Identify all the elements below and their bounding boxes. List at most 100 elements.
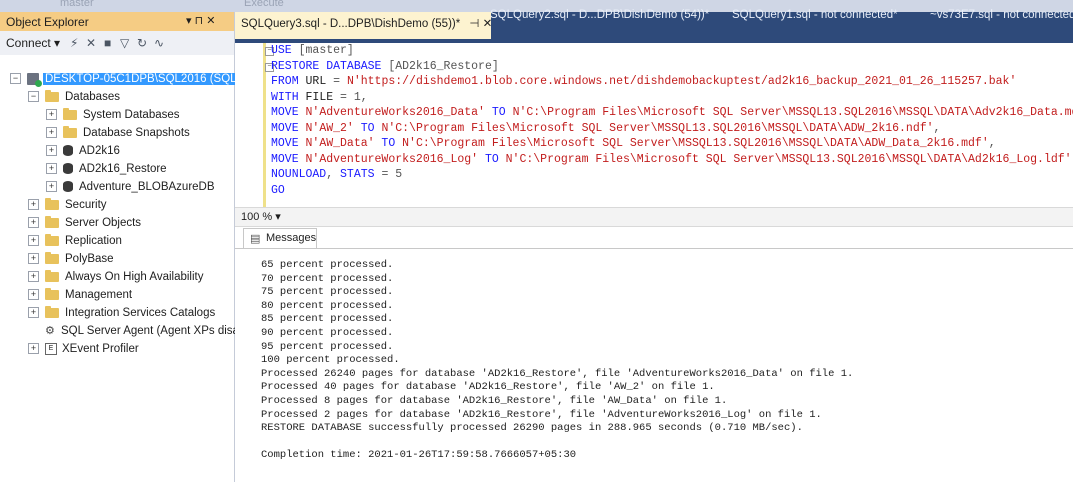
chevron-down-icon[interactable]: ▾	[275, 211, 281, 223]
folder-icon	[45, 215, 59, 228]
tree-item[interactable]: + Adventure_BLOBAzureDB	[46, 178, 215, 196]
tree-item-label: Integration Services Catalogs	[65, 307, 216, 319]
activity-icon[interactable]: ∿	[154, 36, 164, 50]
server-label: DESKTOP-05C1DPB\SQL2016 (SQL Serv	[43, 73, 265, 85]
code-token: TO	[478, 152, 506, 166]
code-token: ,	[988, 137, 996, 150]
tree-item[interactable]: + Security	[28, 196, 107, 214]
code-token: N'https://dishdemo1.blob.core.windows.ne…	[346, 75, 1017, 88]
code-token: N'C:\Program Files\Microsoft SQL Server\…	[381, 121, 934, 135]
code-token: N'AW_2'	[305, 121, 354, 135]
message-line: 100 percent processed.	[261, 354, 400, 367]
code-token: N'C:\Program Files\Microsoft SQL Server\…	[512, 106, 1073, 119]
collapse-icon[interactable]: −	[28, 91, 39, 103]
tree-item[interactable]: + AD2k16	[46, 142, 120, 160]
code-line: MOVE N'AW_2' TO N'C:\Program Files\Micro…	[271, 122, 940, 136]
tree-item[interactable]: + AD2k16_Restore	[46, 160, 167, 178]
folder-icon	[63, 125, 77, 138]
expand-icon[interactable]: +	[46, 145, 57, 157]
tree-item[interactable]: + Management	[28, 286, 132, 304]
expand-icon[interactable]: +	[28, 217, 39, 229]
server-icon	[27, 72, 42, 87]
code-token: MOVE	[271, 106, 306, 119]
expand-icon[interactable]: +	[46, 109, 57, 121]
code-token: N'AdventureWorks2016_Data'	[305, 106, 485, 119]
expand-icon[interactable]: +	[28, 289, 39, 301]
tree-item[interactable]: + Always On High Availability	[28, 268, 204, 286]
message-line: 90 percent processed.	[261, 327, 394, 339]
expand-icon[interactable]: +	[28, 253, 39, 265]
panel-controls[interactable]: ▾ ⊓ ✕	[186, 14, 215, 27]
tree-item-label: AD2k16_Restore	[79, 163, 167, 175]
tree-item[interactable]: + Replication	[28, 232, 122, 250]
tree-item[interactable]: + System Databases	[46, 106, 180, 124]
tab-sqlquery2[interactable]: SQLQuery2.sql - D...DPB\DishDemo (54))*	[484, 0, 715, 31]
expand-icon[interactable]: +	[28, 199, 39, 211]
folder-icon	[63, 107, 77, 120]
connect-icon[interactable]: ⚡	[70, 36, 78, 50]
tab-label: ~vs73E7.sql - not connected	[930, 9, 1073, 21]
tree-item[interactable]: ⚙ SQL Server Agent (Agent XPs disabl	[28, 322, 248, 340]
tree-item[interactable]: + Integration Services Catalogs	[28, 304, 215, 322]
tree-item-label: PolyBase	[65, 253, 114, 265]
object-explorer-toolbar: Connect ▾ ⚡ ✕ ■ ▽ ↻ ∿	[0, 31, 234, 55]
tree-item[interactable]: + Server Objects	[28, 214, 141, 232]
tab-sqlquery1[interactable]: SQLQuery1.sql - not connected*	[726, 0, 904, 31]
code-token: MOVE	[271, 152, 306, 166]
expand-icon[interactable]: +	[28, 307, 39, 319]
connect-button[interactable]: Connect ▾	[6, 36, 60, 50]
code-token: URL	[305, 75, 334, 88]
refresh-icon[interactable]: ↻	[137, 36, 147, 50]
expand-icon[interactable]: +	[28, 271, 39, 283]
stop-icon[interactable]: ■	[104, 36, 111, 50]
execute-button[interactable]: Execute	[244, 0, 284, 9]
expand-icon[interactable]: +	[46, 127, 57, 139]
expand-icon[interactable]: +	[46, 181, 57, 193]
tree-item[interactable]: − Databases	[28, 88, 120, 106]
database-icon	[63, 181, 73, 193]
zoom-level[interactable]: 100 % ▾	[241, 210, 281, 223]
message-line: 70 percent processed.	[261, 272, 394, 285]
tree-item[interactable]: + E XEvent Profiler	[28, 340, 139, 358]
tree-item-label: AD2k16	[79, 145, 120, 157]
expand-icon[interactable]: +	[46, 163, 57, 175]
code-token: FROM	[271, 75, 306, 88]
messages-pane[interactable]: 65 percent processed. 70 percent processe…	[235, 248, 1073, 483]
code-line: USE [master]	[271, 44, 354, 58]
message-line: 75 percent processed.	[261, 286, 394, 299]
tree-server[interactable]: − DESKTOP-05C1DPB\SQL2016 (SQL Serv	[10, 70, 265, 88]
message-line: 65 percent processed.	[261, 259, 394, 271]
database-icon	[63, 145, 73, 157]
messages-tab[interactable]: ▤ Messages	[243, 228, 317, 249]
code-token: STATS	[340, 168, 382, 181]
query-editor[interactable]: − USE [master] − RESTORE DATABASE [AD2k16_R…	[235, 43, 1073, 207]
database-selector[interactable]: master	[60, 0, 94, 9]
filter-icon[interactable]: ▽	[120, 36, 129, 50]
disconnect-icon[interactable]: ✕	[86, 36, 96, 50]
expand-icon[interactable]: +	[28, 235, 39, 247]
object-explorer-title-bar: Object Explorer ▾ ⊓ ✕	[0, 12, 234, 31]
code-line: MOVE N'AW_Data' TO N'C:\Program Files\Mi…	[271, 137, 996, 151]
folder-icon	[45, 233, 59, 246]
editor-gutter	[235, 43, 257, 207]
expand-icon[interactable]: +	[28, 343, 39, 355]
tree-item[interactable]: + Database Snapshots	[46, 124, 190, 142]
code-token: N'C:\Program Files\Microsoft SQL Server\…	[402, 137, 989, 150]
tree-item[interactable]: + PolyBase	[28, 250, 114, 268]
tree-item-label: Adventure_BLOBAzureDB	[79, 181, 215, 193]
code-line: WITH FILE = 1,	[271, 91, 368, 105]
code-token: FILE	[305, 90, 341, 104]
object-explorer-title: Object Explorer	[6, 15, 89, 29]
tab-vs73e7[interactable]: ~vs73E7.sql - not connected	[924, 0, 1073, 31]
code-token: USE	[271, 44, 299, 57]
tree-item-label: Databases	[65, 91, 120, 103]
tree-item-label: System Databases	[83, 109, 180, 121]
code-line: RESTORE DATABASE [AD2k16_Restore]	[271, 60, 499, 74]
collapse-icon[interactable]: −	[10, 73, 21, 85]
code-token: N'C:\Program Files\Microsoft SQL Server\…	[505, 152, 1072, 166]
tree-item-label: Database Snapshots	[83, 127, 190, 139]
tab-sqlquery3[interactable]: SQLQuery3.sql - D...DPB\DishDemo (55))* …	[235, 12, 492, 39]
tree-item-label: Server Objects	[65, 217, 142, 229]
code-token: [AD2k16_Restore]	[388, 59, 499, 73]
folder-icon	[45, 287, 59, 300]
